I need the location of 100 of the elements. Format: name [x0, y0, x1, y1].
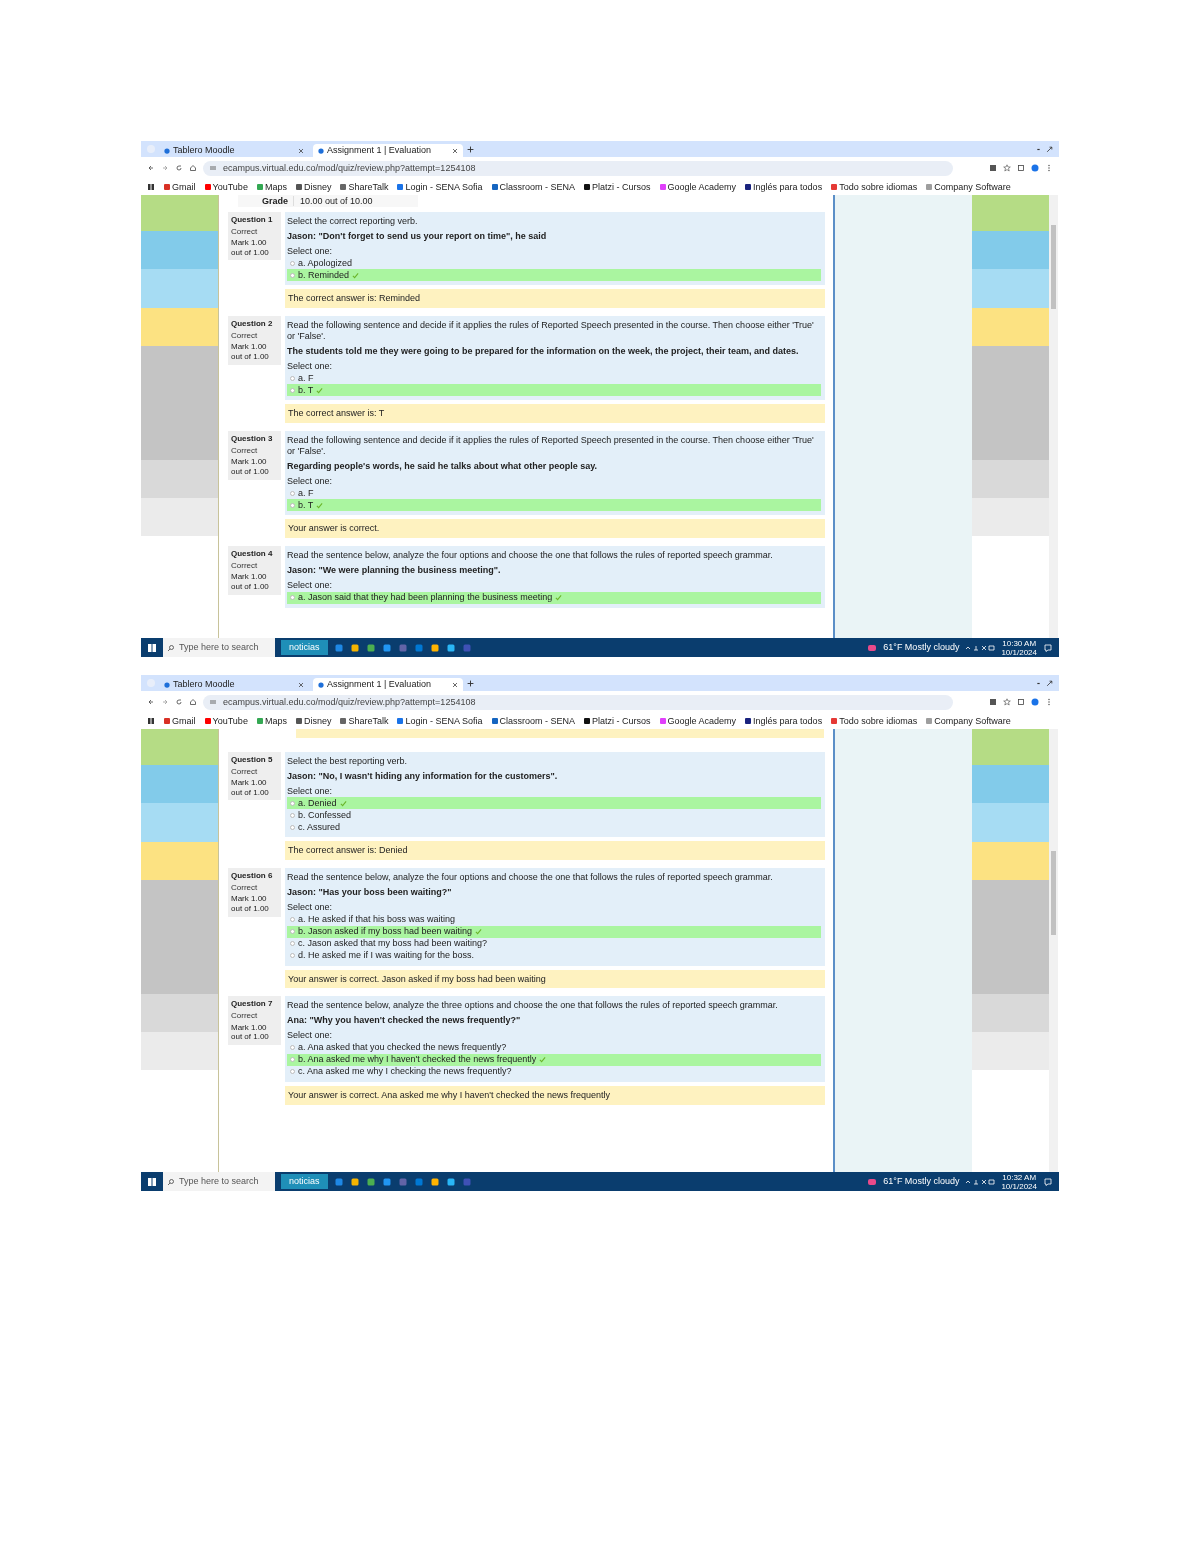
- more-icon[interactable]: [1045, 698, 1053, 706]
- answer-option[interactable]: a. Jason said that they had been planning the business meeting: [287, 591, 821, 604]
- clock-date[interactable]: 10/1/2024: [1001, 647, 1037, 657]
- close-icon[interactable]: [298, 147, 304, 154]
- apps-icon[interactable]: [147, 717, 155, 725]
- home-icon[interactable]: [189, 164, 197, 172]
- apps-icon[interactable]: [147, 183, 155, 191]
- browser-tab[interactable]: Assignment 1 | Evaluation: [313, 144, 463, 157]
- browser-tab[interactable]: Tablero Moodle: [159, 144, 309, 157]
- close-icon[interactable]: [452, 147, 458, 154]
- bookmark-link[interactable]: ShareTalk: [340, 715, 389, 727]
- search-field[interactable]: Type here to search: [163, 638, 275, 657]
- reload-icon[interactable]: [175, 698, 183, 706]
- bookmark-link[interactable]: Classroom - SENA: [491, 715, 575, 727]
- notifications-icon[interactable]: [1043, 1176, 1053, 1187]
- bookmark-link[interactable]: Gmail: [164, 181, 196, 193]
- bookmark-link[interactable]: Gmail: [164, 715, 196, 727]
- app-icon[interactable]: [365, 1176, 376, 1187]
- answer-option[interactable]: d. He asked me if I was waiting for the boss.: [287, 949, 821, 962]
- star-icon[interactable]: [1003, 164, 1011, 172]
- answer-option[interactable]: a. F: [287, 487, 821, 500]
- forward-icon[interactable]: [161, 164, 169, 172]
- answer-option[interactable]: b. Reminded: [287, 269, 821, 282]
- bookmark-link[interactable]: Company Software: [926, 181, 1011, 193]
- windows-icon[interactable]: [147, 642, 157, 653]
- close-icon[interactable]: [298, 681, 304, 688]
- news-button[interactable]: noticias: [281, 1174, 328, 1189]
- clock-date[interactable]: 10/1/2024: [1001, 1181, 1037, 1191]
- bookmark-link[interactable]: Todo sobre idiomas: [831, 181, 918, 193]
- answer-option[interactable]: a. F: [287, 372, 821, 385]
- app-icon[interactable]: [445, 642, 456, 653]
- weather-text[interactable]: 61°F Mostly cloudy: [883, 642, 960, 653]
- restore-icon[interactable]: [1046, 145, 1053, 153]
- system-tray-icons[interactable]: [965, 643, 996, 652]
- bookmark-link[interactable]: Inglés para todos: [745, 181, 823, 193]
- bookmark-link[interactable]: Disney: [295, 181, 332, 193]
- answer-option[interactable]: a. Apologized: [287, 257, 821, 270]
- new-tab-icon[interactable]: [467, 679, 474, 687]
- app-icon[interactable]: [381, 642, 392, 653]
- system-tray-icons[interactable]: [965, 1177, 996, 1186]
- bookmark-link[interactable]: Classroom - SENA: [491, 181, 575, 193]
- profile-icon[interactable]: [1031, 164, 1039, 172]
- profile-icon[interactable]: [1031, 698, 1039, 706]
- app-icon[interactable]: [333, 642, 344, 653]
- bookmark-link[interactable]: ShareTalk: [340, 181, 389, 193]
- bookmark-link[interactable]: Todo sobre idiomas: [831, 715, 918, 727]
- home-icon[interactable]: [189, 698, 197, 706]
- answer-option[interactable]: b. Confessed: [287, 809, 821, 822]
- weather-text[interactable]: 61°F Mostly cloudy: [883, 1176, 960, 1187]
- bookmark-link[interactable]: Disney: [295, 715, 332, 727]
- browser-tab[interactable]: Tablero Moodle: [159, 678, 309, 691]
- app-icon[interactable]: [429, 642, 440, 653]
- answer-option[interactable]: b. Jason asked if my boss had been waiting: [287, 925, 821, 938]
- bookmark-link[interactable]: Company Software: [926, 715, 1011, 727]
- clock-time[interactable]: 10:30 AM: [1002, 638, 1037, 648]
- windows-icon[interactable]: [147, 1176, 157, 1187]
- answer-option[interactable]: c. Assured: [287, 821, 821, 834]
- answer-option[interactable]: c. Ana asked me why I checking the news frequently?: [287, 1065, 821, 1078]
- bookmark-link[interactable]: YouTube: [204, 715, 248, 727]
- app-icon[interactable]: [445, 1176, 456, 1187]
- app-icon[interactable]: [365, 642, 376, 653]
- scrollbar[interactable]: [1049, 729, 1058, 1172]
- answer-option[interactable]: b. Ana asked me why I haven't checked the news frequently: [287, 1053, 821, 1066]
- bookmark-link[interactable]: Maps: [256, 181, 287, 193]
- app-icon[interactable]: [381, 1176, 392, 1187]
- close-icon[interactable]: [452, 681, 458, 688]
- bookmark-link[interactable]: Login - SENA Sofia: [397, 715, 483, 727]
- app-icon[interactable]: [349, 1176, 360, 1187]
- more-icon[interactable]: [1045, 164, 1053, 172]
- answer-option[interactable]: a. Denied: [287, 797, 821, 810]
- star-icon[interactable]: [1003, 698, 1011, 706]
- forward-icon[interactable]: [161, 698, 169, 706]
- app-icon[interactable]: [429, 1176, 440, 1187]
- new-tab-icon[interactable]: [467, 145, 474, 153]
- bookmark-link[interactable]: Google Academy: [659, 181, 737, 193]
- bookmark-link[interactable]: Inglés para todos: [745, 715, 823, 727]
- scrollbar[interactable]: [1049, 195, 1058, 638]
- answer-option[interactable]: c. Jason asked that my boss had been waiting?: [287, 937, 821, 950]
- bookmark-link[interactable]: Platzi - Cursos: [584, 181, 651, 193]
- answer-option[interactable]: a. He asked if that his boss was waiting: [287, 913, 821, 926]
- search-field[interactable]: Type here to search: [163, 1172, 275, 1191]
- notifications-icon[interactable]: [1043, 642, 1053, 653]
- bookmark-link[interactable]: Platzi - Cursos: [584, 715, 651, 727]
- reload-icon[interactable]: [175, 164, 183, 172]
- bookmark-link[interactable]: Maps: [256, 715, 287, 727]
- restore-icon[interactable]: [1046, 679, 1053, 687]
- bookmark-link[interactable]: Login - SENA Sofia: [397, 181, 483, 193]
- address-field[interactable]: ecampus.virtual.edu.co/mod/quiz/review.php?attempt=1254108: [203, 160, 953, 176]
- bookmark-link[interactable]: YouTube: [204, 181, 248, 193]
- news-button[interactable]: noticias: [281, 640, 328, 655]
- app-icon[interactable]: [349, 642, 360, 653]
- app-icon[interactable]: [333, 1176, 344, 1187]
- answer-option[interactable]: b. T: [287, 499, 821, 512]
- answer-option[interactable]: a. Ana asked that you checked the news frequently?: [287, 1041, 821, 1054]
- clock-time[interactable]: 10:32 AM: [1002, 1172, 1037, 1182]
- back-icon[interactable]: [147, 164, 155, 172]
- back-icon[interactable]: [147, 698, 155, 706]
- answer-option[interactable]: b. T: [287, 384, 821, 397]
- address-field[interactable]: ecampus.virtual.edu.co/mod/quiz/review.php?attempt=1254108: [203, 694, 953, 710]
- browser-tab[interactable]: Assignment 1 | Evaluation: [313, 678, 463, 691]
